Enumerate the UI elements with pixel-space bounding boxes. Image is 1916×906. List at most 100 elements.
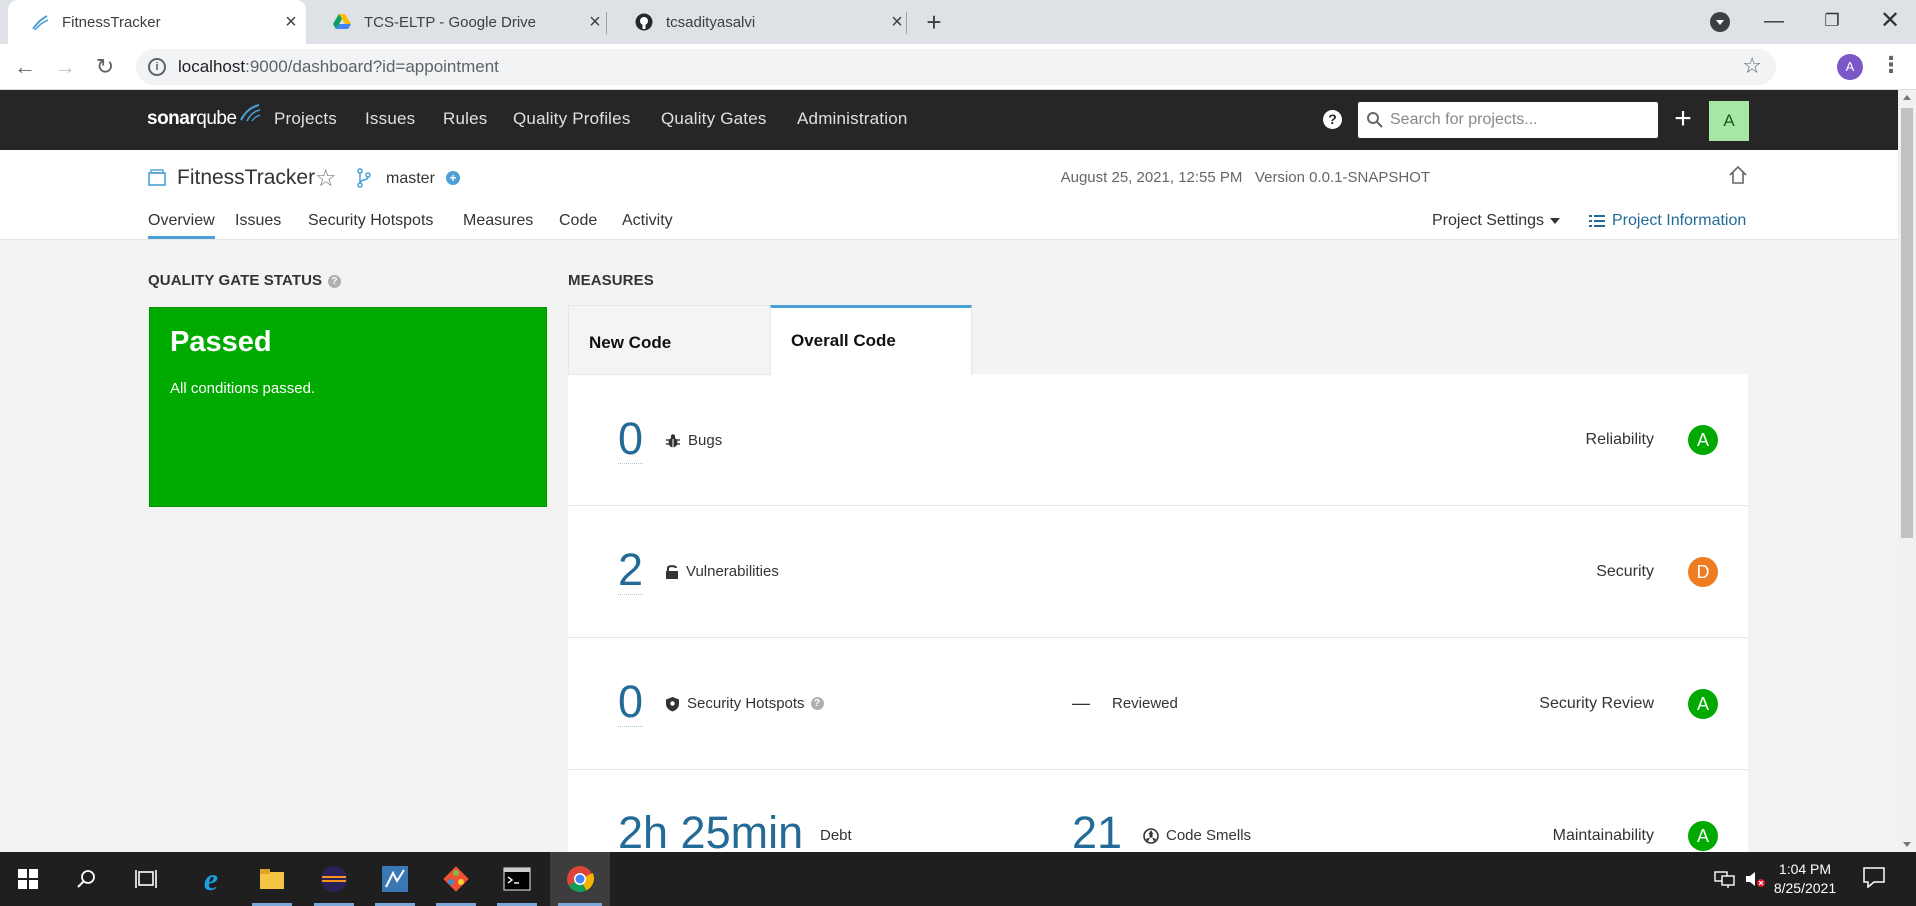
chrome-logo-icon xyxy=(567,866,594,893)
eclipse-logo-icon xyxy=(321,866,347,892)
search-icon xyxy=(77,870,95,888)
notification-icon[interactable] xyxy=(1862,866,1886,888)
scroll-up-icon[interactable] xyxy=(1903,95,1911,100)
close-icon[interactable]: × xyxy=(882,11,912,34)
quality-gate-status-box: Passed All conditions passed. xyxy=(149,307,547,507)
reviewed-value: — xyxy=(1072,693,1090,713)
security-rating-badge[interactable]: D xyxy=(1688,557,1718,587)
tab-activity[interactable]: Activity xyxy=(622,212,673,236)
task-view-icon xyxy=(135,870,157,888)
command-prompt-icon[interactable] xyxy=(489,852,545,906)
nav-quality-gates[interactable]: Quality Gates xyxy=(661,109,767,129)
taskbar-clock[interactable]: 1:04 PM 8/25/2021 xyxy=(1760,860,1850,898)
scrollbar-thumb[interactable] xyxy=(1901,108,1913,538)
nav-issues[interactable]: Issues xyxy=(365,109,415,129)
help-icon[interactable]: ? xyxy=(328,275,342,288)
help-icon[interactable]: ? xyxy=(1323,110,1342,129)
debt-value[interactable]: 2h 25min xyxy=(618,809,804,858)
restore-icon[interactable]: ❐ xyxy=(1803,0,1861,44)
nav-administration[interactable]: Administration xyxy=(797,109,908,129)
eclipse-icon[interactable] xyxy=(306,852,362,906)
forward-arrow-icon[interactable]: → xyxy=(50,52,80,82)
tab-overview[interactable]: Overview xyxy=(148,212,215,239)
sonarqube-logo[interactable]: sonarqube xyxy=(147,104,260,130)
browser-toolbar: ← → ↻ i localhost:9000/dashboard?id=appo… xyxy=(0,44,1916,90)
project-version: Version 0.0.1-SNAPSHOT xyxy=(1254,169,1430,186)
chrome-icon[interactable] xyxy=(550,852,610,906)
tab-title: TCS-ELTP - Google Drive xyxy=(364,13,536,31)
search-icon xyxy=(1367,112,1383,128)
browser-tab-google-drive[interactable]: TCS-ELTP - Google Drive × xyxy=(310,0,610,44)
close-icon[interactable]: × xyxy=(276,11,306,34)
site-info-icon[interactable]: i xyxy=(148,58,166,76)
tab-search-icon[interactable] xyxy=(1710,12,1730,32)
user-avatar[interactable]: A xyxy=(1709,101,1749,141)
home-icon[interactable] xyxy=(1728,165,1748,185)
tab-security-hotspots[interactable]: Security Hotspots xyxy=(308,212,433,236)
git-gui-icon[interactable] xyxy=(428,852,484,906)
start-button[interactable] xyxy=(0,852,56,906)
bookmark-star-icon[interactable]: ☆ xyxy=(1742,53,1762,79)
bug-icon xyxy=(666,433,680,448)
tab-new-code[interactable]: New Code xyxy=(568,305,771,375)
window-close-icon[interactable]: ✕ xyxy=(1861,0,1916,44)
search-input[interactable] xyxy=(1390,111,1650,129)
tab-code[interactable]: Code xyxy=(559,212,597,236)
new-tab-button[interactable]: + xyxy=(918,6,950,38)
measure-row-vulnerabilities: 2 Vulnerabilities Security D xyxy=(568,507,1748,638)
project-name[interactable]: FitnessTracker xyxy=(177,166,315,190)
bugs-count[interactable]: 0 xyxy=(618,415,644,464)
nav-projects[interactable]: Projects xyxy=(274,109,337,129)
maintainability-rating-badge[interactable]: A xyxy=(1688,821,1718,851)
project-search-box[interactable] xyxy=(1358,102,1658,138)
security-hotspots-label: Security Hotspots ? xyxy=(665,695,824,712)
github-icon xyxy=(634,12,654,32)
project-information-link[interactable]: Project Information xyxy=(1589,212,1746,230)
help-icon[interactable]: ? xyxy=(810,697,824,710)
create-plus-button[interactable]: + xyxy=(1669,100,1697,138)
project-settings-label: Project Settings xyxy=(1432,212,1545,229)
minimize-icon[interactable]: — xyxy=(1745,0,1803,44)
file-explorer-icon[interactable] xyxy=(244,852,300,906)
code-smells-label: Code Smells xyxy=(1143,827,1251,844)
network-icon[interactable] xyxy=(1714,869,1736,889)
mysql-workbench-icon[interactable] xyxy=(367,852,423,906)
address-bar[interactable]: i localhost:9000/dashboard?id=appointmen… xyxy=(136,49,1776,85)
folder-icon xyxy=(260,869,284,889)
reliability-rating-badge[interactable]: A xyxy=(1688,425,1718,455)
reload-icon[interactable]: ↻ xyxy=(90,52,120,82)
tab-issues[interactable]: Issues xyxy=(235,212,281,236)
code-smells-count[interactable]: 21 xyxy=(1072,809,1123,858)
tab-overall-code[interactable]: Overall Code xyxy=(770,305,972,376)
browser-menu-icon[interactable]: ⋮ xyxy=(1880,52,1902,78)
favorite-star-icon[interactable]: ☆ xyxy=(315,164,337,193)
vulnerabilities-count[interactable]: 2 xyxy=(618,546,644,595)
windows-taskbar: e 1:04 PM 8/25/2021 xyxy=(0,852,1916,906)
browser-profile-avatar[interactable]: A xyxy=(1837,54,1863,80)
browser-tab-fitnesstracker[interactable]: FitnessTracker × xyxy=(8,0,306,44)
scroll-down-icon[interactable] xyxy=(1903,842,1911,847)
quality-gate-message: All conditions passed. xyxy=(170,380,316,397)
tab-title: tcsadityasalvi xyxy=(666,13,756,31)
task-view-button[interactable] xyxy=(118,852,174,906)
nav-quality-profiles[interactable]: Quality Profiles xyxy=(513,109,631,129)
search-button[interactable] xyxy=(58,852,114,906)
browser-tab-github[interactable]: tcsadityasalvi × xyxy=(612,0,912,44)
measures-title: MEASURES xyxy=(568,272,654,289)
security-hotspots-count[interactable]: 0 xyxy=(618,678,644,727)
internet-explorer-icon[interactable]: e xyxy=(183,852,239,906)
ie-glyph: e xyxy=(203,860,219,897)
tab-measures[interactable]: Measures xyxy=(463,212,533,236)
page-scrollbar[interactable] xyxy=(1898,90,1916,852)
workbench-logo-icon xyxy=(382,866,408,892)
branch-add-icon[interactable]: + xyxy=(446,171,460,185)
url-text[interactable]: localhost:9000/dashboard?id=appointment xyxy=(178,57,499,77)
nav-rules[interactable]: Rules xyxy=(443,109,487,129)
quality-gate-title: QUALITY GATE STATUS? xyxy=(148,272,342,289)
branch-name[interactable]: master xyxy=(386,170,435,188)
security-review-rating-badge[interactable]: A xyxy=(1688,689,1718,719)
tab-separator xyxy=(906,12,907,34)
project-settings-dropdown[interactable]: Project Settings xyxy=(1432,212,1561,230)
sonar-waves-icon xyxy=(239,104,260,122)
back-arrow-icon[interactable]: ← xyxy=(10,52,40,82)
